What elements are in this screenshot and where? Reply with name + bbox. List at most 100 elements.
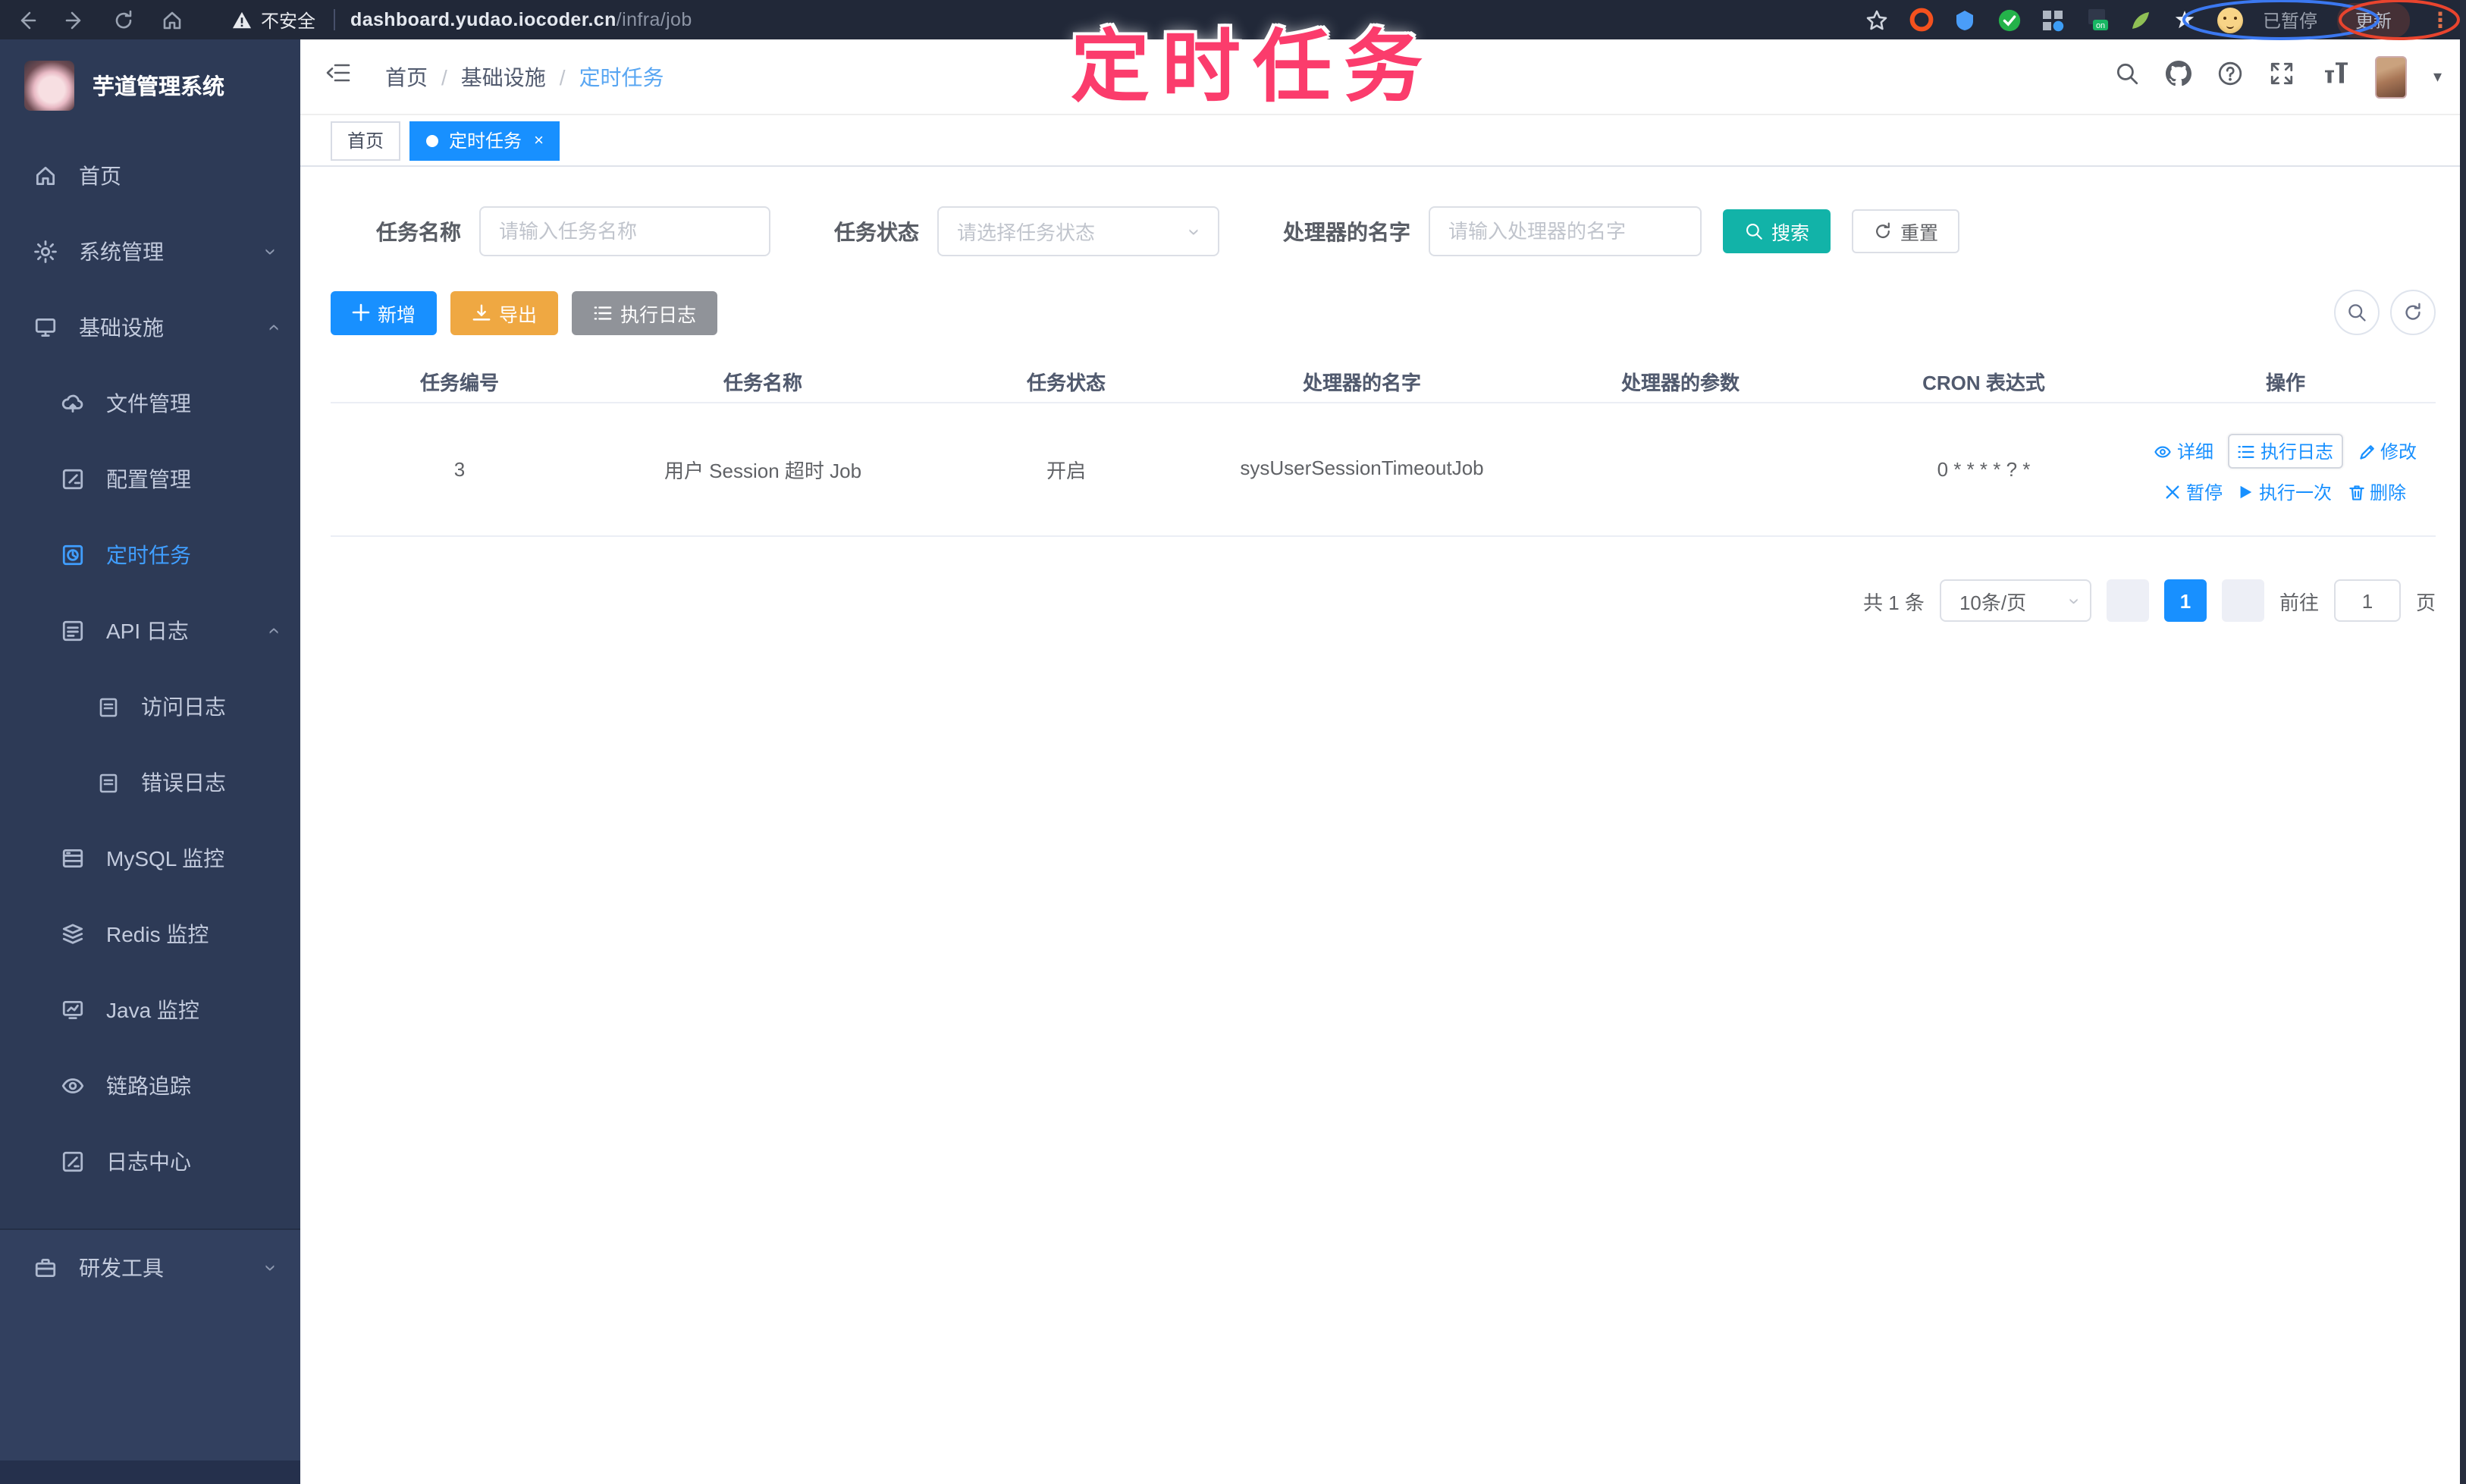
browser-reload-icon[interactable] xyxy=(112,8,135,31)
cloud-upload-icon xyxy=(61,394,83,413)
on-badge-text: on xyxy=(2096,21,2105,30)
toggle-search-icon[interactable] xyxy=(2334,290,2380,335)
sidebar-fold-icon[interactable] xyxy=(325,61,352,93)
sidebar-item-label: 系统管理 xyxy=(79,240,164,264)
refresh-icon xyxy=(1876,222,1890,238)
tags-view-bar: 首页 定时任务 × xyxy=(300,115,2466,167)
extension-orange-icon[interactable] xyxy=(1909,8,1934,32)
sidebar-item-mysql-monitor[interactable]: MySQL 监控 xyxy=(0,820,300,896)
breadcrumb-infra[interactable]: 基础设施 xyxy=(461,61,546,92)
page-size-select[interactable]: 10条/页 › xyxy=(1939,579,2091,622)
search-icon[interactable] xyxy=(2115,60,2141,93)
sidebar-item-system[interactable]: 系统管理 › xyxy=(0,214,300,290)
play-icon xyxy=(2241,485,2253,499)
extension-on-badge-icon[interactable]: on xyxy=(2085,8,2110,32)
exec-log-button[interactable]: 执行日志 xyxy=(572,290,718,334)
sidebar-item-log-center[interactable]: 日志中心 xyxy=(0,1124,300,1200)
handler-name-input[interactable] xyxy=(1429,206,1702,256)
extension-paw-icon[interactable] xyxy=(2173,8,2198,32)
sidebar-item-label: 文件管理 xyxy=(106,391,191,416)
filter-form: 任务名称 任务状态 请选择任务状态 › 处理器的名字 搜索 xyxy=(376,206,2436,256)
sidebar-item-trace[interactable]: 链路追踪 xyxy=(0,1048,300,1124)
chrome-menu-icon[interactable]: ⋮ xyxy=(2430,7,2451,33)
browser-home-icon[interactable] xyxy=(161,8,184,31)
browser-back-icon[interactable] xyxy=(15,8,38,31)
chrome-update-button[interactable]: 更新 xyxy=(2336,2,2410,37)
user-avatar[interactable] xyxy=(2375,55,2408,98)
sidebar: 芋道管理系统 首页 系统管理 › 基础设施 › 文件管理 配置管理 定时任务 A… xyxy=(0,39,300,1484)
edit-link[interactable]: 修改 xyxy=(2358,438,2417,464)
sidebar-item-label: Redis 监控 xyxy=(106,922,209,946)
next-page-button[interactable] xyxy=(2221,579,2264,622)
sidebar-item-error-log[interactable]: 错误日志 xyxy=(0,745,300,820)
page-content: 任务名称 任务状态 请选择任务状态 › 处理器的名字 搜索 xyxy=(300,167,2466,1484)
export-button[interactable]: 导出 xyxy=(450,290,559,334)
fullscreen-icon[interactable] xyxy=(2270,60,2295,93)
github-icon[interactable] xyxy=(2166,60,2192,93)
pause-link[interactable]: 暂停 xyxy=(2165,479,2223,505)
exec-log-link[interactable]: 执行日志 xyxy=(2228,434,2342,469)
job-name-input[interactable] xyxy=(479,206,770,256)
profile-emoji-avatar[interactable] xyxy=(2217,7,2243,33)
goto-page-input[interactable] xyxy=(2333,579,2401,622)
tab-scheduled-jobs[interactable]: 定时任务 × xyxy=(409,121,560,160)
delete-link[interactable]: 删除 xyxy=(2347,479,2406,505)
app-logo-row[interactable]: 芋道管理系统 xyxy=(0,39,300,132)
sidebar-menu: 首页 系统管理 › 基础设施 › 文件管理 配置管理 定时任务 API 日志 ›… xyxy=(0,132,300,1200)
chevron-down-icon: › xyxy=(1184,227,1209,235)
breadcrumb-current: 定时任务 xyxy=(579,64,664,89)
run-once-link[interactable]: 执行一次 xyxy=(2238,479,2332,505)
sidebar-item-redis-monitor[interactable]: Redis 监控 xyxy=(0,896,300,972)
document-icon xyxy=(99,697,118,717)
tab-label: 首页 xyxy=(347,130,384,152)
add-button[interactable]: 新增 xyxy=(331,290,438,334)
cell-cron: 0 * * * * ? * xyxy=(1937,458,2031,481)
list-icon xyxy=(2239,445,2255,457)
prev-page-button[interactable] xyxy=(2106,579,2149,622)
sidebar-item-config-manage[interactable]: 配置管理 xyxy=(0,441,300,517)
refresh-table-icon[interactable] xyxy=(2390,290,2436,335)
chevron-up-icon: › xyxy=(260,324,285,331)
sidebar-item-label: Java 监控 xyxy=(106,998,199,1022)
sidebar-item-devtools[interactable]: 研发工具 › xyxy=(0,1230,300,1306)
log-center-icon xyxy=(62,1151,83,1172)
table-row[interactable]: 3 用户 Session 超时 Job 开启 sysUserSessionTim… xyxy=(331,403,2436,537)
page-number-1[interactable]: 1 xyxy=(2163,579,2207,622)
address-bar[interactable]: dashboard.yudao.iocoder.cn/infra/job xyxy=(350,9,692,30)
extension-leaf-icon[interactable] xyxy=(2129,8,2154,32)
site-security[interactable]: 不安全 xyxy=(232,7,315,33)
job-status-select[interactable]: 请选择任务状态 › xyxy=(937,206,1219,256)
sidebar-item-file-manage[interactable]: 文件管理 xyxy=(0,366,300,441)
tab-close-icon[interactable]: × xyxy=(534,131,544,149)
extension-blue-icon[interactable] xyxy=(1953,8,1978,32)
help-icon[interactable] xyxy=(2218,60,2244,93)
reset-button[interactable]: 重置 xyxy=(1852,209,1960,253)
sidebar-item-label: 首页 xyxy=(79,164,121,188)
layers-icon xyxy=(62,924,83,944)
sidebar-item-scheduled-jobs[interactable]: 定时任务 xyxy=(0,517,300,593)
col-header-job-status: 任务状态 xyxy=(1026,371,1106,394)
search-button[interactable]: 搜索 xyxy=(1723,209,1831,253)
sidebar-item-java-monitor[interactable]: Java 监控 xyxy=(0,972,300,1048)
sidebar-item-label: 研发工具 xyxy=(79,1256,164,1280)
sidebar-item-api-log[interactable]: API 日志 › xyxy=(0,593,300,669)
extension-grid-icon[interactable] xyxy=(2041,8,2066,32)
col-header-actions: 操作 xyxy=(2265,371,2305,394)
bookmark-star-icon[interactable] xyxy=(1865,8,1890,32)
x-icon xyxy=(2166,485,2180,499)
breadcrumb-home[interactable]: 首页 xyxy=(385,61,428,92)
extension-green-check-icon[interactable] xyxy=(1997,8,2022,32)
sidebar-devtools-section: 研发工具 › xyxy=(0,1228,300,1484)
sidebar-item-home[interactable]: 首页 xyxy=(0,138,300,214)
browser-forward-icon[interactable] xyxy=(64,8,86,31)
sidebar-item-infra[interactable]: 基础设施 › xyxy=(0,290,300,366)
list-icon xyxy=(594,306,612,319)
sidebar-item-access-log[interactable]: 访问日志 xyxy=(0,669,300,745)
detail-link[interactable]: 详细 xyxy=(2154,438,2213,464)
job-status-placeholder: 请选择任务状态 xyxy=(957,221,1096,244)
api-log-icon xyxy=(62,620,83,642)
sidebar-item-label: 定时任务 xyxy=(106,543,191,567)
tab-home[interactable]: 首页 xyxy=(331,121,401,160)
caret-down-icon[interactable]: ▾ xyxy=(2433,67,2442,86)
font-size-icon[interactable] xyxy=(2321,61,2350,93)
